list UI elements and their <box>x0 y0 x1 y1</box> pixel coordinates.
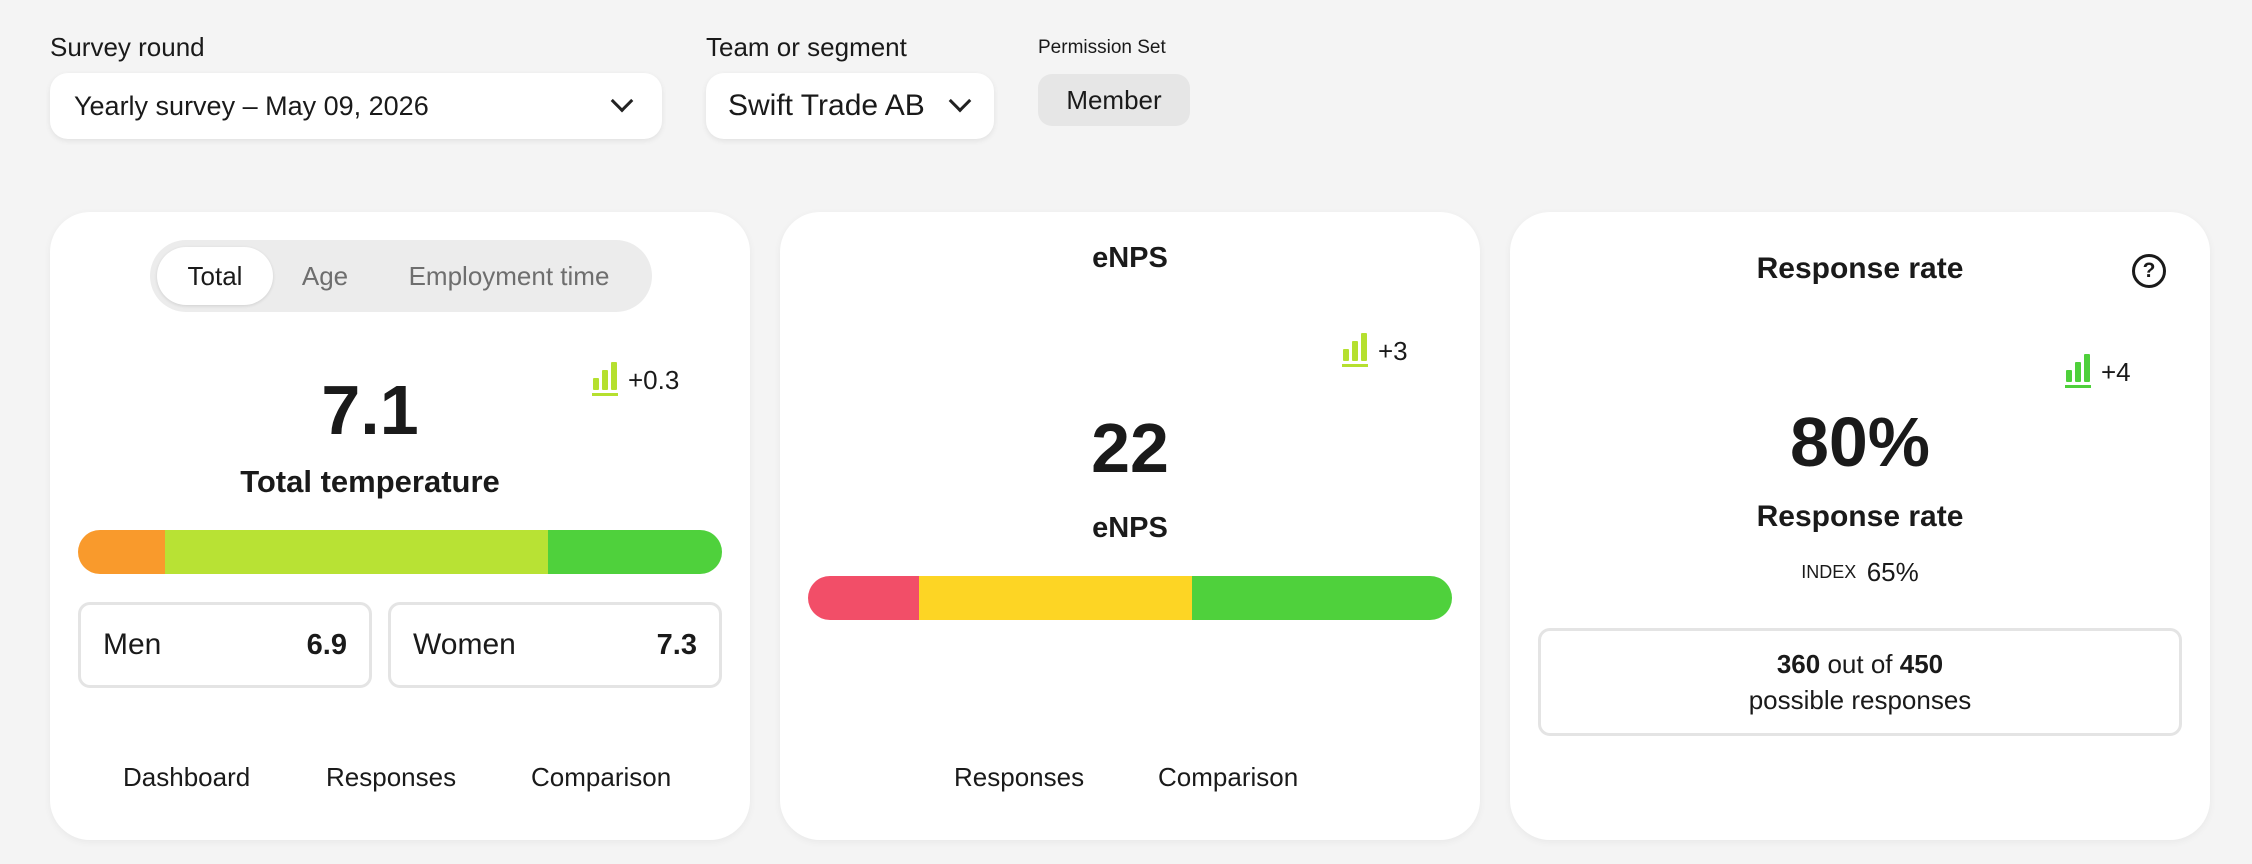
survey-round-select[interactable]: Yearly survey – May 09, 2026 <box>50 73 662 139</box>
scale-segment-mid <box>164 530 549 574</box>
scale-segment-low <box>78 530 165 574</box>
group-box-women: Women 7.3 <box>388 602 722 688</box>
temperature-scale-bar <box>78 530 722 574</box>
tab-age[interactable]: Age <box>273 247 377 305</box>
group-value: 6.9 <box>306 628 347 661</box>
scale-segment-high <box>548 530 722 574</box>
responses-suffix: possible responses <box>1748 685 1972 715</box>
bar-chart-icon <box>1342 333 1368 367</box>
survey-round-label: Survey round <box>50 32 205 62</box>
enps-trend-value: +3 <box>1378 336 1408 366</box>
responses-summary-box: 360 out of 450 possible responses <box>1538 628 2182 736</box>
enps-title: eNPS <box>1092 512 1168 544</box>
tab-employment-time[interactable]: Employment time <box>377 247 641 305</box>
index-value: 65% <box>1866 557 1919 587</box>
response-rate-title: Response rate <box>1756 500 1964 533</box>
permission-set-label: Permission Set <box>1038 37 1166 58</box>
response-rate-trend-value: +4 <box>2101 357 2131 387</box>
team-segment-label: Team or segment <box>706 32 907 62</box>
response-rate-value: 80% <box>1789 403 1931 481</box>
responses-count: 360 <box>1776 649 1821 679</box>
responses-total: 450 <box>1899 649 1944 679</box>
team-segment-select[interactable]: Swift Trade AB <box>706 73 994 139</box>
index-row: INDEX 65% <box>1510 557 2210 588</box>
survey-round-value: Yearly survey – May 09, 2026 <box>74 90 429 121</box>
group-box-men: Men 6.9 <box>78 602 372 688</box>
scale-segment-high <box>1192 576 1452 620</box>
responses-count-line: 360 out of 450 <box>1777 646 1943 682</box>
help-icon[interactable]: ? <box>2132 254 2166 288</box>
enps-header: eNPS <box>1092 242 1168 274</box>
group-name: Women <box>413 628 516 661</box>
scale-segment-low <box>808 576 919 620</box>
index-label: INDEX <box>1801 562 1857 582</box>
responses-link[interactable]: Responses <box>954 762 1084 793</box>
team-segment-value: Swift Trade AB <box>728 89 925 122</box>
dashboard-link[interactable]: Dashboard <box>123 762 250 793</box>
responses-mid: out of <box>1827 649 1893 679</box>
scale-segment-mid <box>918 576 1193 620</box>
temperature-title: Total temperature <box>240 464 500 499</box>
enps-value: 22 <box>1091 409 1169 487</box>
response-rate-trend: +4 <box>2065 354 2131 388</box>
enps-scale-bar <box>808 576 1452 620</box>
response-rate-card: Response rate ? +4 80% Response rate IND… <box>1510 212 2210 840</box>
tab-total[interactable]: Total <box>157 247 273 305</box>
bar-chart-icon <box>2065 354 2091 388</box>
temperature-card: Total Age Employment time +0.3 7.1 Total… <box>50 212 750 840</box>
response-rate-header: Response rate <box>1756 252 1964 285</box>
chevron-down-icon <box>610 89 634 113</box>
group-name: Men <box>103 628 162 661</box>
responses-link[interactable]: Responses <box>326 762 456 793</box>
permission-set-badge: Member <box>1038 74 1190 126</box>
chevron-down-icon <box>948 89 972 113</box>
enps-card: eNPS +3 22 eNPS Responses Comparison <box>780 212 1480 840</box>
comparison-link[interactable]: Comparison <box>531 762 671 793</box>
enps-trend: +3 <box>1342 333 1408 367</box>
comparison-link[interactable]: Comparison <box>1158 762 1298 793</box>
group-value: 7.3 <box>656 628 697 661</box>
temperature-value: 7.1 <box>321 371 419 449</box>
temperature-tabs: Total Age Employment time <box>150 240 652 312</box>
